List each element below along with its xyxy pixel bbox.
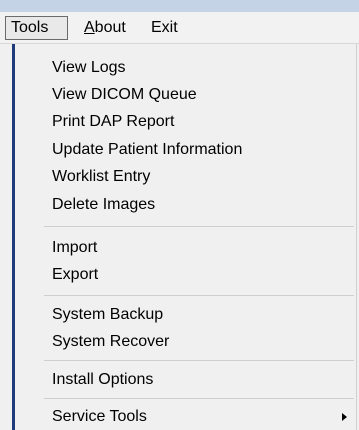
submenu-arrow-icon (342, 413, 347, 421)
menu-item-import[interactable]: Import (52, 237, 97, 259)
menu-item-update-patient-information[interactable]: Update Patient Information (52, 139, 242, 161)
menu-item-system-backup[interactable]: System Backup (52, 304, 163, 326)
menu-item-worklist-entry[interactable]: Worklist Entry (52, 166, 150, 188)
menu-item-delete-images[interactable]: Delete Images (52, 194, 155, 216)
menu-separator (44, 226, 354, 227)
menu-about-mnemonic: A (84, 19, 95, 36)
menu-about-label: bout (94, 19, 126, 36)
menu-item-export[interactable]: Export (52, 264, 98, 286)
menu-item-view-dicom-queue[interactable]: View DICOM Queue (52, 84, 197, 106)
dropdown-left-border (12, 44, 15, 430)
menu-separator (44, 360, 354, 361)
menu-tools-label: Tools (11, 19, 49, 36)
menu-exit[interactable]: Exit (151, 16, 178, 40)
menu-about[interactable]: About (84, 16, 126, 40)
menu-separator (44, 295, 354, 296)
dropdown-right-border (356, 44, 357, 430)
menu-separator (44, 398, 354, 399)
menu-item-view-logs[interactable]: View Logs (52, 57, 126, 79)
menu-item-service-tools[interactable]: Service Tools (52, 406, 147, 428)
menu-exit-label: Exit (151, 19, 178, 36)
menu-item-print-dap-report[interactable]: Print DAP Report (52, 111, 174, 133)
menu-bar: Tools About Exit (0, 12, 359, 44)
menu-item-install-options[interactable]: Install Options (52, 369, 153, 391)
menu-item-system-recover[interactable]: System Recover (52, 331, 169, 353)
menu-tools[interactable]: Tools (5, 16, 68, 40)
tools-dropdown: View Logs View DICOM Queue Print DAP Rep… (0, 44, 359, 430)
window-title-strip (0, 0, 359, 12)
